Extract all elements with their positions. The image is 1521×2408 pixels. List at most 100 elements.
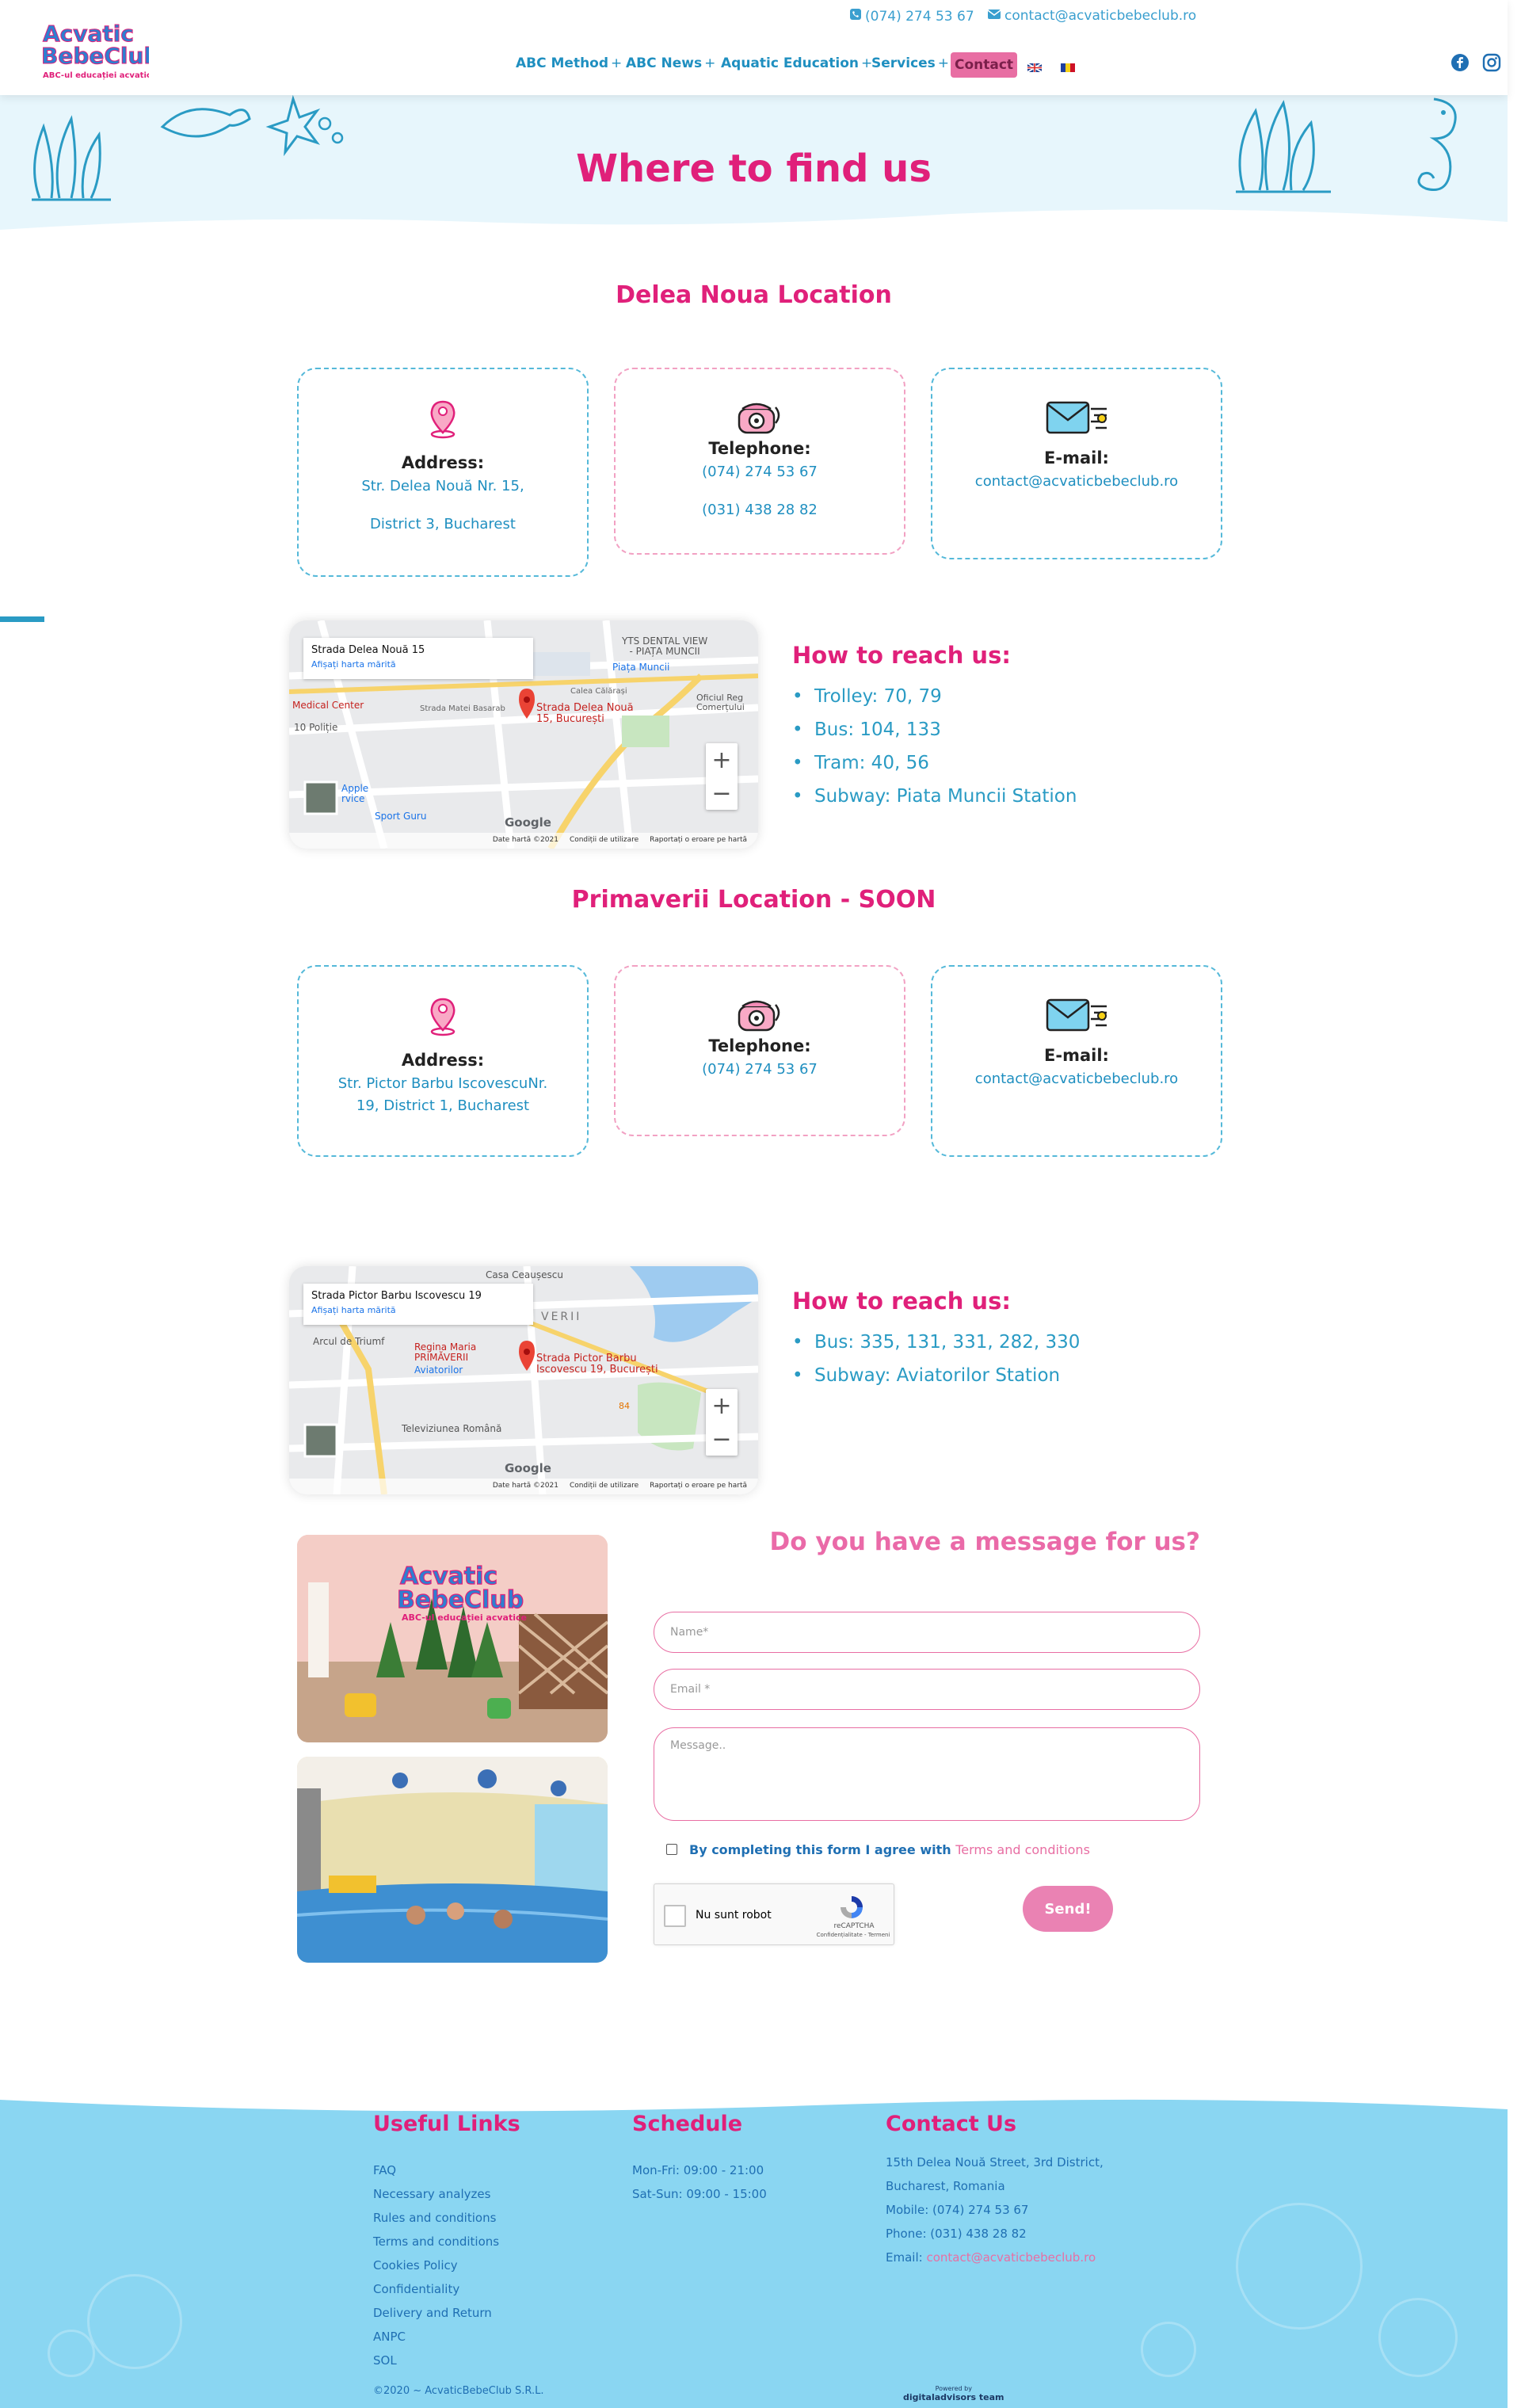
footer-link-delivery[interactable]: Delivery and Return	[373, 2306, 492, 2320]
nav-services[interactable]: Services +	[871, 55, 949, 71]
address-value: District 3, Bucharest	[370, 516, 516, 532]
map-footer: Date hartă ©2021 Condiții de utilizare R…	[289, 833, 758, 849]
address-label: Address:	[401, 453, 485, 472]
list-item: Bus: 104, 133	[792, 713, 1077, 746]
map-poi-label: Piața Muncii	[612, 662, 670, 673]
email-label: E-mail:	[1044, 1046, 1109, 1065]
footer-link-analyzes[interactable]: Necessary analyzes	[373, 2187, 490, 2201]
map-report-link[interactable]: Raportați o eroare pe hartă	[650, 1482, 747, 1491]
map-poi-label: Televiziunea Română	[402, 1423, 502, 1434]
telephone-icon	[738, 1000, 780, 1032]
zoom-out-icon[interactable]: −	[706, 777, 738, 810]
phone-icon	[849, 8, 862, 25]
email-link[interactable]: contact@acvaticbebeclub.ro	[932, 1068, 1221, 1090]
consent-text: By completing this form I agree with Ter…	[689, 1842, 1090, 1857]
svg-text:ABC-ul educației acvatice: ABC-ul educației acvatice	[43, 71, 149, 80]
map-enlarge-link[interactable]: Afișați harta mărită	[311, 659, 525, 670]
terms-link[interactable]: Terms and conditions	[955, 1842, 1090, 1857]
nav-abc-method[interactable]: ABC Method +	[516, 55, 622, 71]
reach-title: How to reach us:	[792, 1288, 1011, 1315]
side-accent	[0, 616, 44, 622]
telephone-icon	[738, 403, 780, 434]
footer-link-anpc[interactable]: ANPC	[373, 2330, 406, 2344]
uk-flag-icon[interactable]	[1027, 60, 1043, 73]
map-area-label: VERII	[541, 1311, 582, 1323]
envelope-icon	[1046, 998, 1107, 1032]
facebook-icon[interactable]	[1450, 53, 1470, 75]
address-value: Str. Delea Nouă Nr. 15,	[361, 478, 524, 494]
map-pin-label: Strada Delea Nouă 15, București	[536, 702, 634, 725]
telephone-label: Telephone:	[708, 439, 811, 458]
footer-mobile[interactable]: Mobile: (074) 274 53 67	[886, 2203, 1028, 2217]
send-button[interactable]: Send!	[1023, 1886, 1113, 1932]
footer-useful-links-title: Useful Links	[373, 2112, 520, 2136]
email-field[interactable]: Email *	[654, 1669, 1200, 1710]
map-enlarge-link[interactable]: Afișați harta mărită	[311, 1305, 525, 1315]
map-report-link[interactable]: Raportați o eroare pe hartă	[650, 836, 747, 845]
reach-list: Trolley: 70, 79 Bus: 104, 133 Tram: 40, …	[792, 680, 1077, 813]
recaptcha-checkbox[interactable]	[664, 1905, 686, 1927]
footer-phone[interactable]: Phone: (031) 438 28 82	[886, 2227, 1027, 2241]
email-card: E-mail: contact@acvaticbebeclub.ro	[931, 965, 1222, 1157]
footer-link-confidentiality[interactable]: Confidentiality	[373, 2282, 459, 2296]
phone-link[interactable]: (031) 438 28 82	[616, 499, 904, 521]
footer-email-link[interactable]: contact@acvaticbebeclub.ro	[926, 2250, 1096, 2265]
google-logo: Google	[505, 815, 551, 830]
recaptcha-widget: Nu sunt robot reCAPTCHA Confidențialitat…	[654, 1883, 894, 1945]
ro-flag-icon[interactable]	[1061, 60, 1075, 72]
email-link[interactable]: contact@acvaticbebeclub.ro	[932, 471, 1221, 493]
reach-title: How to reach us:	[792, 642, 1011, 669]
footer-link-terms[interactable]: Terms and conditions	[373, 2234, 499, 2249]
schedule-weekend: Sat-Sun: 09:00 - 15:00	[632, 2187, 767, 2201]
map-street-label: Strada Matei Basarab	[420, 704, 505, 713]
zoom-in-icon[interactable]: +	[706, 1389, 738, 1422]
map-zoom-control[interactable]: + −	[706, 743, 738, 810]
contact-form-title: Do you have a message for us?	[769, 1528, 1200, 1556]
footer-link-cookies[interactable]: Cookies Policy	[373, 2258, 458, 2273]
email-label: E-mail:	[1044, 448, 1109, 467]
footer-link-rules[interactable]: Rules and conditions	[373, 2211, 496, 2225]
list-item: Bus: 335, 131, 331, 282, 330	[792, 1326, 1080, 1359]
phone-link[interactable]: (074) 274 53 67	[616, 1059, 904, 1081]
instagram-icon[interactable]	[1482, 53, 1501, 75]
location-title-delea-noua: Delea Noua Location	[616, 281, 892, 309]
map-poi-label: Arcul de Triumf	[313, 1336, 385, 1347]
recaptcha-logo-icon	[838, 1894, 865, 1924]
map-terms-link[interactable]: Condiții de utilizare	[570, 836, 639, 845]
location-pin-icon	[430, 400, 456, 439]
map-info-box: Strada Delea Nouă 15 Afișați harta mărit…	[303, 638, 533, 679]
map-terms-link[interactable]: Condiții de utilizare	[570, 1482, 639, 1491]
nav-abc-news[interactable]: ABC News +	[626, 55, 715, 71]
copyright: ©2020 ~ AcvaticBebeClub S.R.L.	[373, 2385, 544, 2397]
footer-link-faq[interactable]: FAQ	[373, 2163, 396, 2177]
header-email[interactable]: contact@acvaticbebeclub.ro	[987, 8, 1196, 24]
map-poi-label: Oficiul Reg Comerțului	[696, 693, 745, 712]
map-street-label: Calea Călărași	[570, 687, 627, 696]
terms-checkbox[interactable]	[666, 1844, 677, 1855]
footer-link-sol[interactable]: SOL	[373, 2353, 397, 2368]
email-card: E-mail: contact@acvaticbebeclub.ro	[931, 368, 1222, 559]
phone-link[interactable]: (074) 274 53 67	[616, 461, 904, 483]
google-logo: Google	[505, 1461, 551, 1475]
map-primaverii[interactable]: Strada Pictor Barbu Iscovescu 19, Bucureș…	[289, 1266, 758, 1494]
envelope-icon	[1046, 401, 1107, 434]
zoom-in-icon[interactable]: +	[706, 743, 738, 777]
map-zoom-control[interactable]: + −	[706, 1389, 738, 1456]
nav-contact[interactable]: Contact	[951, 52, 1017, 78]
zoom-out-icon[interactable]: −	[706, 1422, 738, 1456]
map-delea-noua[interactable]: Strada Delea Nouă 15, București YTS DENTA…	[289, 620, 758, 849]
nav-aquatic-education[interactable]: Aquatic Education +	[721, 55, 872, 71]
list-item: Tram: 40, 56	[792, 746, 1077, 780]
header-phone[interactable]: (074) 274 53 67	[849, 8, 974, 25]
svg-text:BebeClub: BebeClub	[397, 1586, 524, 1614]
message-field[interactable]: Message..	[654, 1727, 1200, 1821]
site-logo[interactable]: Acvatic BebeClub ABC-ul educației acvati…	[38, 17, 161, 84]
address-label: Address:	[401, 1051, 485, 1070]
credit[interactable]: Powered by digitaladvisors team	[903, 2385, 1004, 2402]
map-poi-label: Regina Maria PRIMĂVERII	[414, 1341, 477, 1363]
photo-pool	[297, 1757, 608, 1963]
footer-email: Email: contact@acvaticbebeclub.ro	[886, 2250, 1096, 2265]
name-field[interactable]: Name*	[654, 1612, 1200, 1653]
list-item: Trolley: 70, 79	[792, 680, 1077, 713]
telephone-card: Telephone: (074) 274 53 67	[614, 965, 905, 1136]
